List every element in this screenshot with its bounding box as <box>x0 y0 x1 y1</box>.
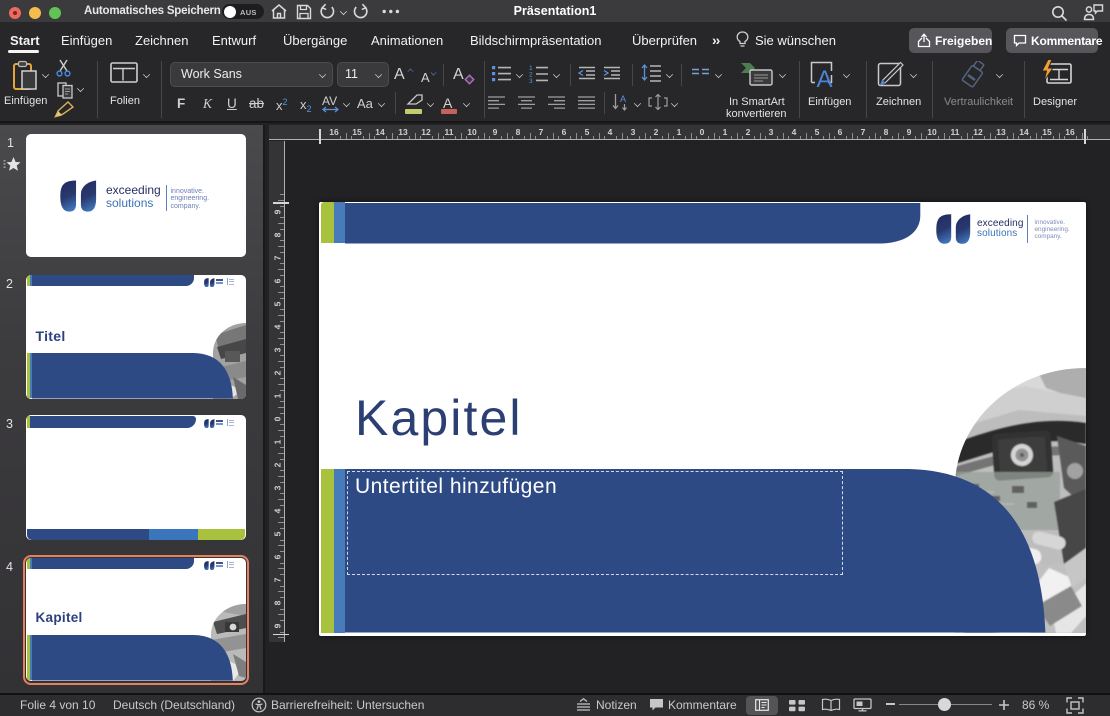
svg-text:A: A <box>620 94 626 104</box>
svg-text:A: A <box>817 66 833 90</box>
svg-text:3: 3 <box>529 78 533 83</box>
